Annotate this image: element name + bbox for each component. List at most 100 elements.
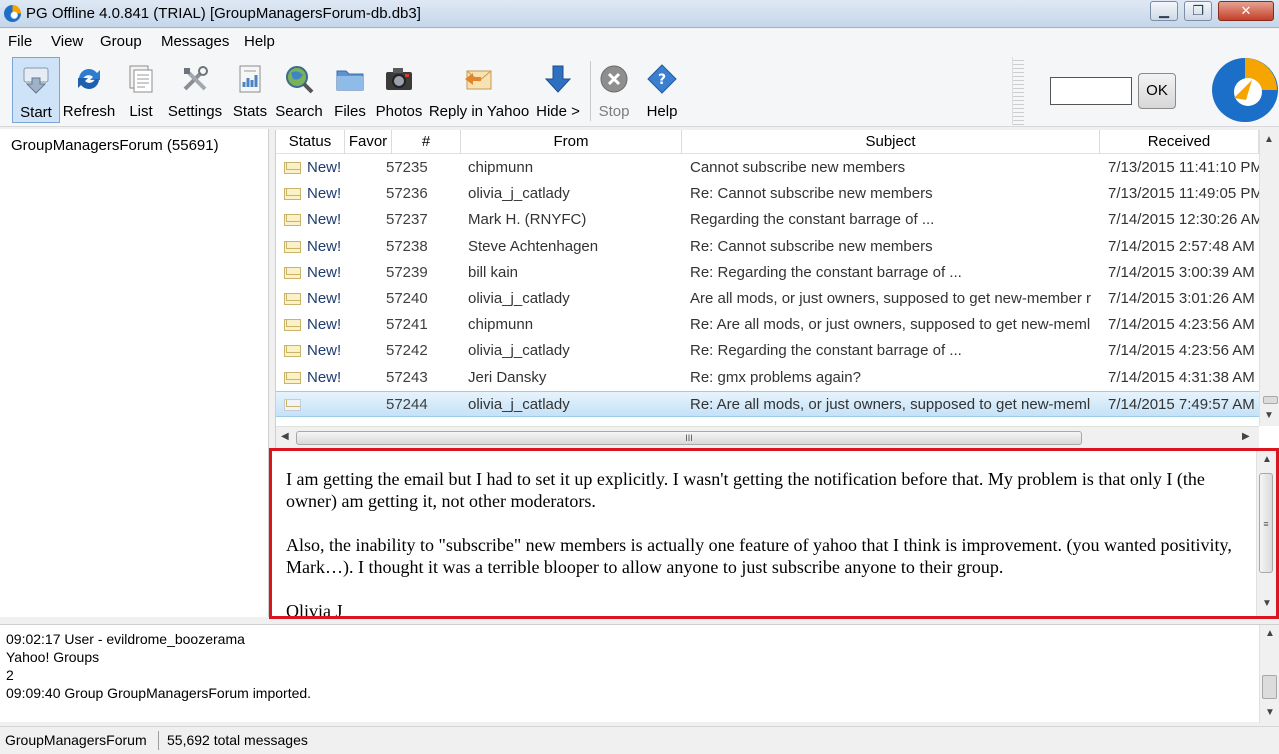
refresh-label: Refresh xyxy=(62,103,116,120)
scroll-up-arrow-icon[interactable]: ▲ xyxy=(1264,134,1274,145)
table-row[interactable]: New! 57240 olivia_j_catlady Are all mods, o… xyxy=(276,286,1259,312)
table-row[interactable]: New! 57243 Jeri Dansky Re: gmx problems aga… xyxy=(276,365,1259,391)
list-horizontal-scroll-thumb[interactable]: III xyxy=(296,431,1082,445)
menu-messages[interactable]: Messages xyxy=(161,33,229,50)
row-received: 7/14/2015 3:00:39 AM xyxy=(1108,263,1255,281)
toolbar-grip[interactable] xyxy=(1012,57,1024,125)
table-row[interactable]: New! 57238 Steve Achtenhagen Re: Cannot sub… xyxy=(276,234,1259,260)
log-line: 09:09:40 Group GroupManagersForum import… xyxy=(6,685,312,701)
log-vertical-scrollbar[interactable]: ▲ ▼ xyxy=(1259,625,1279,723)
message-body: I am getting the email but I had to set … xyxy=(286,468,1248,619)
column-status[interactable]: Status xyxy=(276,130,345,154)
row-received: 7/14/2015 4:23:56 AM xyxy=(1108,342,1255,360)
table-row[interactable]: New! 57237 Mark H. (RNYFC) Regarding the co… xyxy=(276,207,1259,233)
menu-help[interactable]: Help xyxy=(244,33,275,50)
scroll-up-arrow-icon[interactable]: ▲ xyxy=(1265,628,1275,639)
table-row[interactable]: New! 57242 olivia_j_catlady Re: Regarding t… xyxy=(276,338,1259,364)
list-vertical-scroll-thumb[interactable] xyxy=(1263,396,1278,404)
row-number: 57240 xyxy=(386,290,428,307)
scroll-left-arrow-icon[interactable]: ◀ xyxy=(281,431,289,442)
hide-label: Hide > xyxy=(536,103,580,120)
row-number: 57235 xyxy=(386,159,428,176)
maximize-button[interactable]: ❐ xyxy=(1184,1,1212,21)
scroll-down-arrow-icon[interactable]: ▼ xyxy=(1262,598,1272,609)
list-vertical-scrollbar[interactable]: ▲ ▼ xyxy=(1259,130,1279,426)
row-status: New! xyxy=(307,185,342,203)
log-line: Yahoo! Groups xyxy=(6,649,100,665)
settings-button[interactable]: Settings xyxy=(166,57,224,123)
files-button[interactable]: Files xyxy=(328,57,372,123)
scroll-right-arrow-icon[interactable]: ▶ xyxy=(1242,431,1250,442)
column-from[interactable]: From xyxy=(461,130,682,154)
menu-file[interactable]: File xyxy=(8,33,32,50)
stats-label: Stats xyxy=(232,103,268,120)
row-status: New! xyxy=(307,368,342,386)
search-label: Search xyxy=(275,103,323,120)
stop-button[interactable]: Stop xyxy=(594,57,634,123)
column-favorite[interactable]: Favor xyxy=(345,130,392,154)
table-row[interactable]: New! 57236 olivia_j_catlady Re: Cannot subs… xyxy=(276,181,1259,207)
search-button[interactable]: Search xyxy=(274,57,324,123)
row-number: 57236 xyxy=(386,185,428,203)
preview-vertical-scrollbar[interactable]: ▲ ≡ ▼ xyxy=(1256,451,1276,616)
minimize-button[interactable]: ▁ xyxy=(1150,1,1178,21)
toolbar: Start Refresh List Settings Stats Search… xyxy=(0,55,1279,127)
reply-in-yahoo-label: Reply in Yahoo xyxy=(428,103,530,120)
scroll-down-arrow-icon[interactable]: ▼ xyxy=(1264,410,1274,421)
row-from: olivia_j_catlady xyxy=(468,342,570,360)
camera-icon xyxy=(386,68,412,90)
menu-group[interactable]: Group xyxy=(100,33,142,50)
tools-icon xyxy=(183,66,208,91)
message-signature: Olivia J xyxy=(286,601,343,619)
hide-button[interactable]: Hide > xyxy=(533,57,583,123)
row-received: 7/14/2015 3:01:26 AM xyxy=(1108,290,1255,307)
row-subject: Re: Cannot subscribe new members xyxy=(690,185,933,203)
row-number: 57239 xyxy=(386,263,428,281)
start-button[interactable]: Start xyxy=(12,57,60,123)
start-icon xyxy=(23,67,49,94)
window-title: PG Offline 4.0.841 (TRIAL) [GroupManager… xyxy=(26,5,421,22)
photos-button[interactable]: Photos xyxy=(374,57,424,123)
row-status: New! xyxy=(307,263,342,281)
log-line: 09:02:17 User - evildrome_boozerama xyxy=(6,631,245,647)
svg-text:?: ? xyxy=(658,72,666,88)
menu-view[interactable]: View xyxy=(51,33,83,50)
scroll-down-arrow-icon[interactable]: ▼ xyxy=(1265,707,1275,718)
list-horizontal-scrollbar[interactable]: ◀ III ▶ xyxy=(276,426,1259,448)
row-number: 57241 xyxy=(386,316,428,334)
table-row[interactable]: New! 57241 chipmunn Re: Are all mods, or ju… xyxy=(276,312,1259,338)
list-button[interactable]: List xyxy=(120,57,162,123)
message-number-input[interactable] xyxy=(1050,77,1132,105)
column-received[interactable]: Received xyxy=(1100,130,1259,154)
table-row[interactable]: New! 57239 bill kain Re: Regarding the cons… xyxy=(276,260,1259,286)
envelope-icon xyxy=(284,240,301,253)
refresh-button[interactable]: Refresh xyxy=(62,57,116,123)
photos-label: Photos xyxy=(375,103,423,120)
status-divider xyxy=(158,731,159,750)
table-row[interactable]: New! 57235 chipmunn Cannot subscribe new me… xyxy=(276,155,1259,181)
row-from: olivia_j_catlady xyxy=(468,395,570,413)
help-label: Help xyxy=(646,103,678,120)
toolbar-separator xyxy=(590,61,591,121)
column-number[interactable]: # xyxy=(392,130,461,154)
log-scroll-thumb[interactable] xyxy=(1262,675,1277,699)
table-row[interactable]: 57244 olivia_j_catlady Re: Are all mods, o… xyxy=(276,390,1259,417)
close-button[interactable]: ✕ xyxy=(1218,1,1274,21)
group-item[interactable]: GroupManagersForum (55691) xyxy=(11,137,219,154)
envelope-icon xyxy=(284,188,301,201)
stats-button[interactable]: Stats xyxy=(229,57,271,123)
title-bar: PG Offline 4.0.841 (TRIAL) [GroupManager… xyxy=(0,0,1279,28)
row-status: New! xyxy=(307,211,342,229)
scroll-up-arrow-icon[interactable]: ▲ xyxy=(1262,454,1272,465)
preview-scroll-thumb[interactable]: ≡ xyxy=(1259,473,1273,573)
row-status: New! xyxy=(307,290,342,307)
row-subject: Re: Regarding the constant barrage of ..… xyxy=(690,342,962,360)
app-logo-icon xyxy=(4,5,21,22)
column-subject[interactable]: Subject xyxy=(682,130,1100,154)
row-number: 57238 xyxy=(386,237,428,255)
help-button[interactable]: ? Help xyxy=(640,57,684,123)
envelope-icon xyxy=(284,345,301,358)
group-tree-panel: GroupManagersForum (55691) xyxy=(0,129,269,617)
ok-button[interactable]: OK xyxy=(1138,73,1176,109)
reply-in-yahoo-button[interactable]: Reply in Yahoo xyxy=(428,57,530,123)
